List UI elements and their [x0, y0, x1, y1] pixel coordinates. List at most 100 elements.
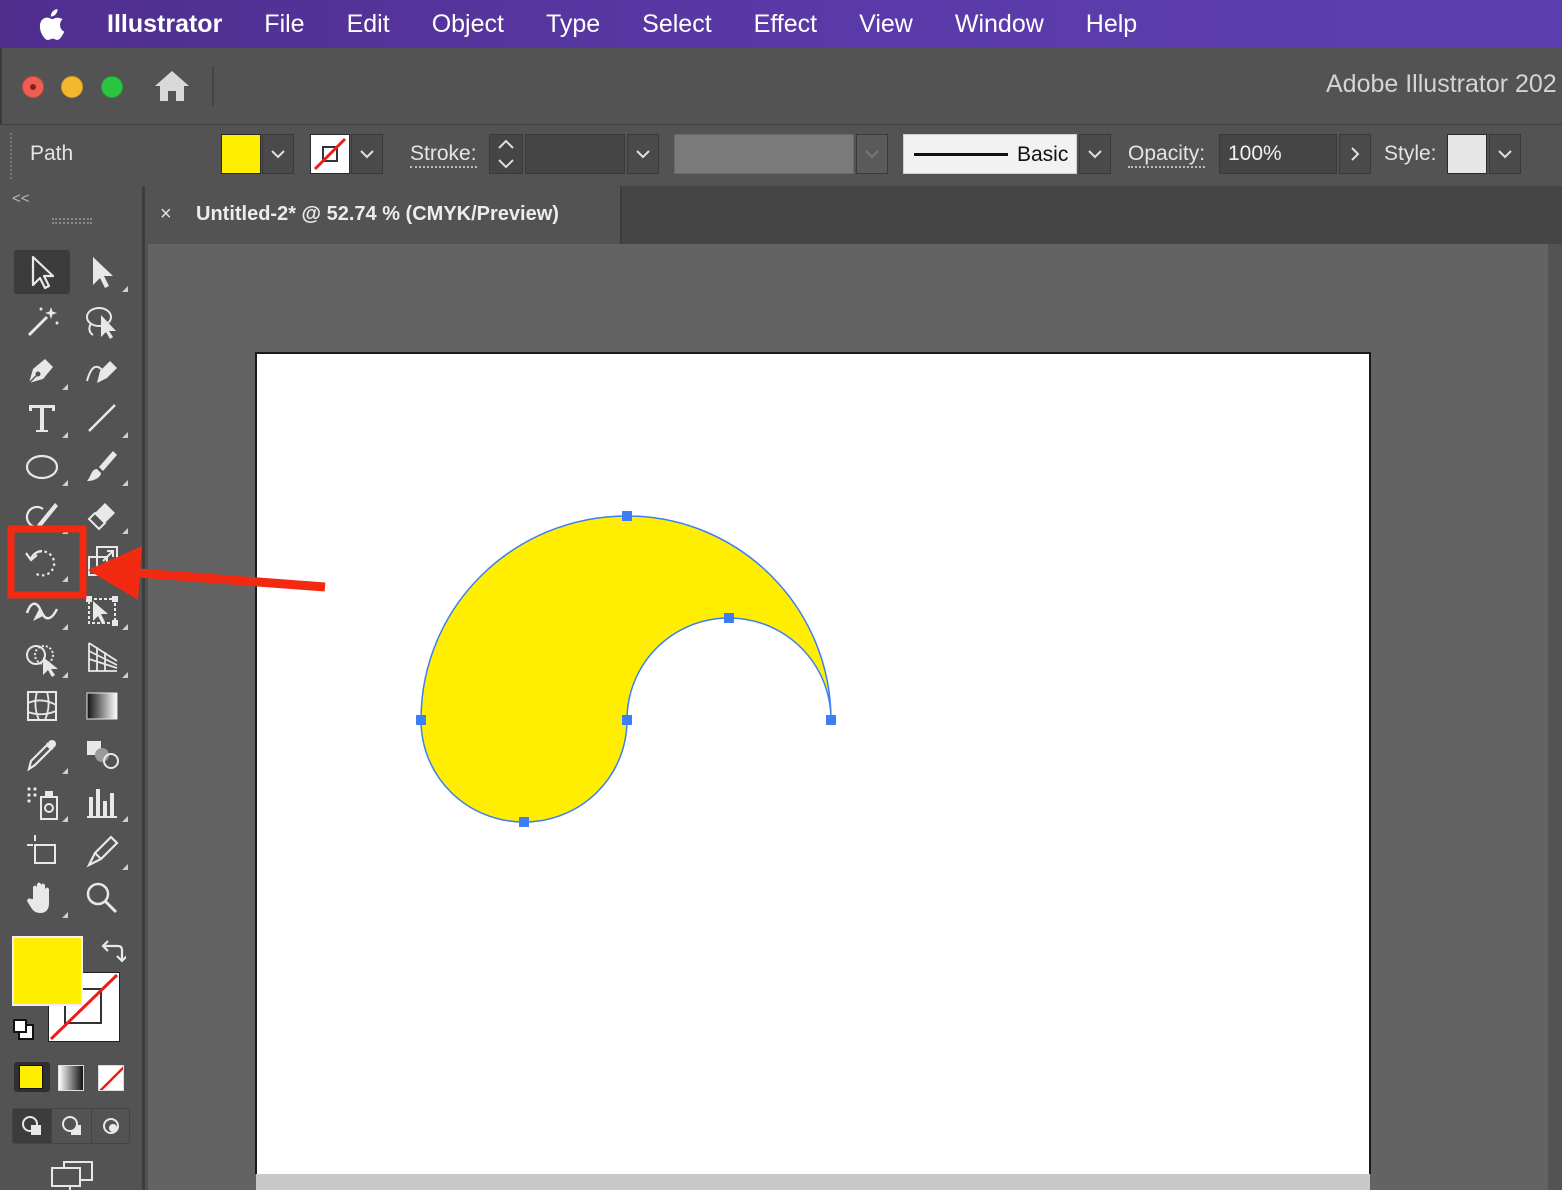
stroke-weight-stepper[interactable]	[489, 134, 523, 174]
menu-select[interactable]: Select	[642, 10, 711, 39]
draw-normal-button[interactable]	[13, 1109, 51, 1143]
flyout-indicator	[62, 576, 68, 582]
apple-logo-icon[interactable]	[26, 0, 78, 48]
flyout-indicator	[62, 432, 68, 438]
stroke-weight-dropdown[interactable]	[627, 134, 659, 174]
collapse-panel-button[interactable]: <<	[12, 190, 30, 207]
color-swatch-icon	[19, 1065, 43, 1089]
menu-help[interactable]: Help	[1086, 10, 1137, 39]
screen-mode-icon[interactable]	[50, 1160, 96, 1190]
shape-builder-tool-button[interactable]	[14, 636, 70, 680]
width-tool-button[interactable]	[14, 588, 70, 632]
flyout-indicator	[122, 864, 128, 870]
window-close-button[interactable]	[22, 76, 44, 98]
brush-definition[interactable]: Basic	[903, 134, 1077, 174]
tools-panel-grip[interactable]	[52, 218, 92, 224]
artboard-tool-button[interactable]	[14, 828, 70, 872]
line-segment-tool-button[interactable]	[74, 396, 130, 440]
fill-swatch[interactable]	[221, 134, 261, 174]
slice-knife-icon	[86, 835, 119, 868]
default-fill-stroke-icon[interactable]	[12, 1018, 36, 1042]
draw-behind-button[interactable]	[51, 1109, 91, 1143]
fill-dropdown-button[interactable]	[262, 134, 294, 174]
document-tab[interactable]: × Untitled-2* @ 52.74 % (CMYK/Preview)	[148, 186, 622, 244]
pen-tool-button[interactable]	[14, 348, 70, 392]
menu-object[interactable]: Object	[432, 10, 504, 39]
document-tab-title: Untitled-2* @ 52.74 % (CMYK/Preview)	[196, 203, 559, 225]
app-title: Adobe Illustrator 202	[1326, 70, 1557, 98]
flyout-indicator	[122, 480, 128, 486]
curvature-tool-button[interactable]	[74, 348, 130, 392]
gradient-mode-button[interactable]	[58, 1065, 84, 1091]
variable-width-dropdown[interactable]	[856, 134, 888, 174]
artboard[interactable]	[255, 352, 1371, 1190]
swap-fill-stroke-icon[interactable]	[100, 938, 128, 964]
mesh-tool-button[interactable]	[14, 684, 70, 728]
direct-selection-arrow-icon	[93, 257, 113, 288]
stroke-swatch[interactable]	[310, 134, 350, 174]
rotate-tool-button[interactable]	[14, 540, 70, 584]
opacity-label[interactable]: Opacity:	[1128, 142, 1206, 168]
menu-file[interactable]: File	[264, 10, 304, 39]
close-tab-icon[interactable]: ×	[160, 203, 172, 226]
hand-tool-button[interactable]	[14, 876, 70, 920]
document-tab-bar: × Untitled-2* @ 52.74 % (CMYK/Preview)	[148, 186, 1562, 244]
scale-tool-button[interactable]	[74, 540, 130, 584]
draw-inside-button[interactable]	[91, 1109, 129, 1143]
chevron-down-icon	[271, 150, 285, 159]
magic-wand-tool-button[interactable]	[14, 300, 70, 344]
eraser-tool-button[interactable]	[74, 492, 130, 536]
shaper-tool-button[interactable]	[14, 492, 70, 536]
eyedropper-tool-button[interactable]	[14, 732, 70, 776]
color-mode-button[interactable]	[14, 1062, 50, 1092]
horizontal-scrollbar[interactable]	[148, 1174, 1548, 1190]
free-transform-tool-button[interactable]	[74, 588, 130, 632]
graphic-style-swatch[interactable]	[1447, 134, 1487, 174]
gradient-tool-button[interactable]	[74, 684, 130, 728]
fill-color-box[interactable]	[12, 936, 83, 1006]
zoom-tool-button[interactable]	[74, 876, 130, 920]
window-minimize-button[interactable]	[61, 76, 83, 98]
opacity-input[interactable]: 100%	[1219, 134, 1337, 174]
stroke-label[interactable]: Stroke:	[410, 142, 477, 168]
blend-icon	[87, 741, 119, 769]
stroke-weight-input[interactable]	[525, 134, 625, 174]
graphic-style-dropdown[interactable]	[1489, 134, 1521, 174]
paintbrush-tool-button[interactable]	[74, 444, 130, 488]
menu-view[interactable]: View	[859, 10, 913, 39]
slice-tool-button[interactable]	[74, 828, 130, 872]
scrollbar-thumb[interactable]	[256, 1174, 1370, 1190]
direct-selection-tool-button[interactable]	[74, 250, 130, 294]
flyout-indicator	[62, 816, 68, 822]
menu-type[interactable]: Type	[546, 10, 600, 39]
lasso-tool-button[interactable]	[74, 300, 130, 344]
menu-edit[interactable]: Edit	[347, 10, 390, 39]
home-icon[interactable]	[152, 66, 192, 106]
brush-dropdown-button[interactable]	[1079, 134, 1111, 174]
selection-type-label: Path	[30, 142, 74, 165]
eyedropper-icon	[27, 740, 56, 772]
ellipse-tool-button[interactable]	[14, 444, 70, 488]
menu-effect[interactable]: Effect	[754, 10, 817, 39]
right-panel-edge	[1548, 244, 1562, 1190]
menu-window[interactable]: Window	[955, 10, 1044, 39]
perspective-grid-tool-button[interactable]	[74, 636, 130, 680]
titlebar-divider	[212, 66, 214, 106]
menu-illustrator[interactable]: Illustrator	[107, 10, 222, 39]
opacity-expand-button[interactable]	[1339, 134, 1371, 174]
draw-normal-icon	[22, 1116, 41, 1135]
blend-tool-button[interactable]	[74, 732, 130, 776]
column-graph-tool-button[interactable]	[74, 780, 130, 824]
variable-width-profile[interactable]	[674, 134, 854, 174]
window-maximize-button[interactable]	[101, 76, 123, 98]
line-segment-icon	[88, 404, 116, 432]
hand-icon	[27, 882, 49, 913]
tools-panel: <<	[0, 186, 145, 1190]
symbol-sprayer-tool-button[interactable]	[14, 780, 70, 824]
flyout-indicator	[122, 528, 128, 534]
control-bar-grip[interactable]	[10, 133, 13, 179]
selection-tool-button[interactable]	[14, 250, 70, 294]
stroke-dropdown-button[interactable]	[351, 134, 383, 174]
none-mode-button[interactable]	[98, 1065, 124, 1091]
type-tool-button[interactable]	[14, 396, 70, 440]
